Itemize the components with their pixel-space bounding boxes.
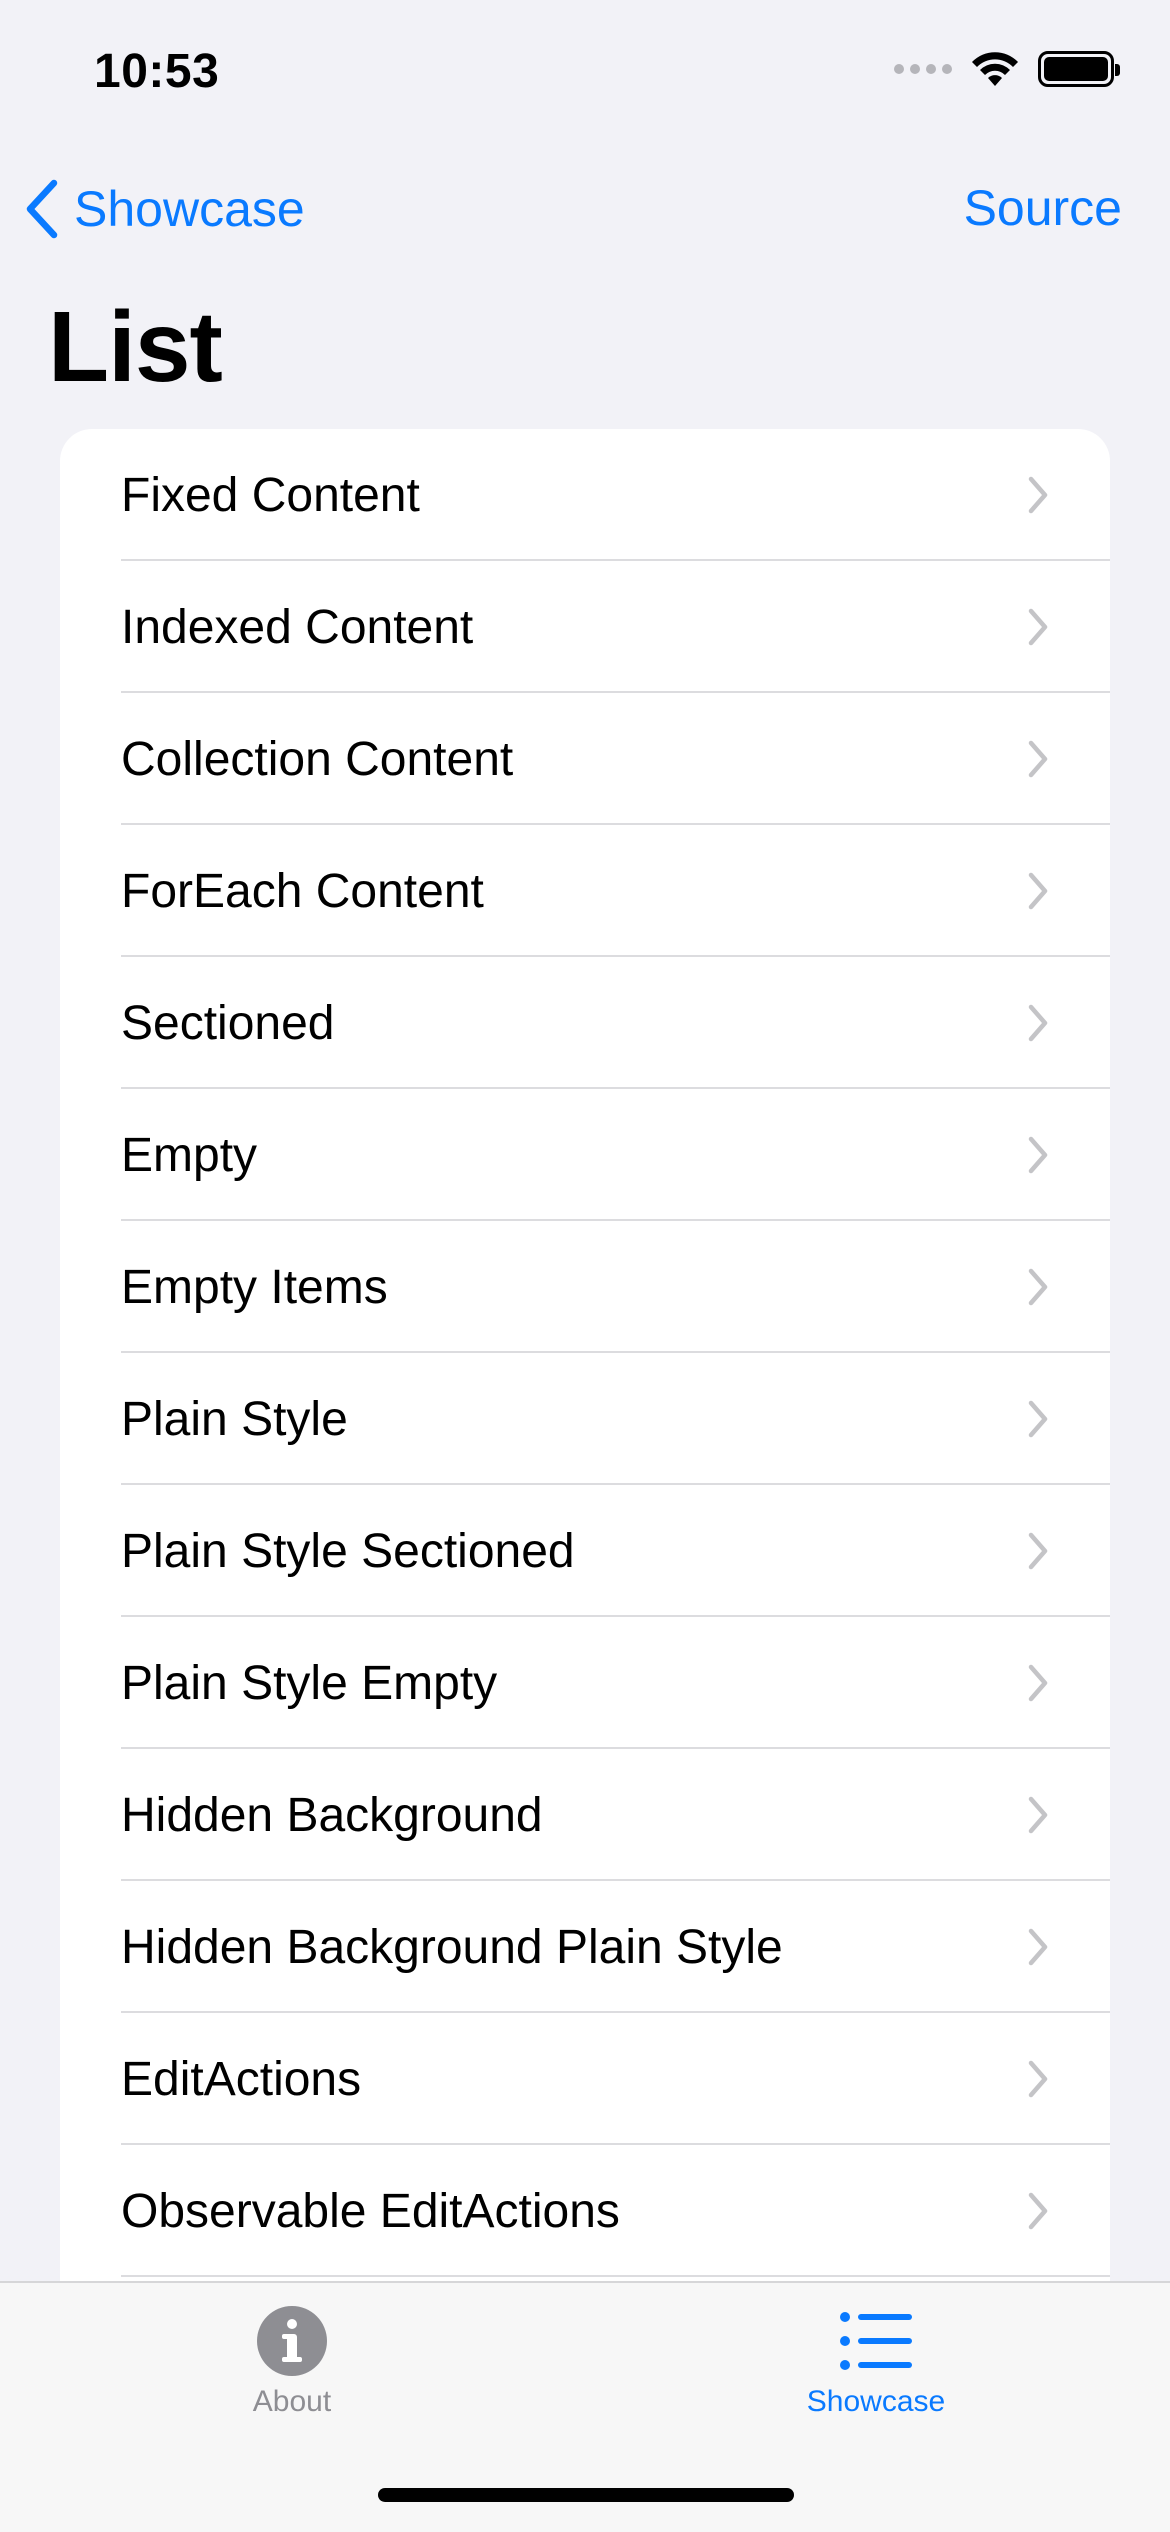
chevron-right-icon (1028, 2060, 1048, 2098)
back-button-label: Showcase (74, 181, 305, 237)
list-item-label: Plain Style Sectioned (121, 1524, 575, 1578)
list-item-label: Empty (121, 1128, 258, 1182)
row-divider (121, 2275, 1110, 2277)
list-item-label: Observable EditActions (121, 2184, 620, 2238)
list-item[interactable]: Empty Items (60, 1221, 1110, 1353)
list-item-label: Fixed Content (121, 468, 420, 522)
status-time: 10:53 (94, 45, 220, 98)
list: Fixed Content Indexed Content Collection C… (60, 429, 1110, 2329)
list-item-label: Hidden Background (121, 1788, 543, 1842)
list-item[interactable]: Fixed Content (60, 429, 1110, 561)
source-button[interactable]: Source (964, 179, 1122, 237)
list-item[interactable]: Indexed Content (60, 561, 1110, 693)
list-item[interactable]: Plain Style (60, 1353, 1110, 1485)
list-item[interactable]: Hidden Background (60, 1749, 1110, 1881)
screen: 10:53 Showcase Source List Fixed Content… (0, 0, 1170, 2532)
list-item[interactable]: ForEach Content (60, 825, 1110, 957)
status-bar: 10:53 (0, 0, 1170, 150)
chevron-right-icon (1028, 1136, 1048, 1174)
list-bullet-icon (840, 2312, 912, 2370)
navigation-bar: Showcase Source (0, 165, 1170, 255)
chevron-right-icon (1028, 740, 1048, 778)
list-item-label: ForEach Content (121, 864, 484, 918)
chevron-right-icon (1028, 476, 1048, 514)
wifi-icon (972, 52, 1018, 86)
list-item[interactable]: Hidden Background Plain Style (60, 1881, 1110, 2013)
chevron-right-icon (1028, 872, 1048, 910)
list-item[interactable]: Observable EditActions (60, 2145, 1110, 2277)
list-item-label: EditActions (121, 2052, 362, 2106)
chevron-right-icon (1028, 1268, 1048, 1306)
home-indicator (378, 2488, 794, 2502)
list-item[interactable]: Collection Content (60, 693, 1110, 825)
status-icons (894, 50, 1120, 88)
list-item-label: Collection Content (121, 732, 514, 786)
list-item-label: Plain Style (121, 1392, 348, 1446)
page-title: List (48, 291, 223, 403)
cellular-signal-icon (894, 64, 952, 74)
list-item-label: Hidden Background Plain Style (121, 1920, 783, 1974)
chevron-right-icon (1028, 2192, 1048, 2230)
back-button[interactable]: Showcase (24, 179, 305, 239)
list-item-label: Plain Style Empty (121, 1656, 498, 1710)
list-item[interactable]: Plain Style Empty (60, 1617, 1110, 1749)
chevron-right-icon (1028, 1400, 1048, 1438)
chevron-right-icon (1028, 1004, 1048, 1042)
tab-about[interactable]: About (142, 2305, 442, 2419)
chevron-right-icon (1028, 608, 1048, 646)
chevron-right-icon (1028, 1664, 1048, 1702)
list-item-label: Empty Items (121, 1260, 388, 1314)
tab-showcase[interactable]: Showcase (726, 2305, 1026, 2419)
chevron-right-icon (1028, 1928, 1048, 1966)
tab-about-label: About (252, 2385, 332, 2418)
list-item-label: Indexed Content (121, 600, 474, 654)
list-item[interactable]: Plain Style Sectioned (60, 1485, 1110, 1617)
list-item[interactable]: Empty (60, 1089, 1110, 1221)
list-item[interactable]: EditActions (60, 2013, 1110, 2145)
chevron-right-icon (1028, 1796, 1048, 1834)
list-item[interactable]: Sectioned (60, 957, 1110, 1089)
tab-showcase-label: Showcase (806, 2385, 946, 2418)
chevron-left-icon (26, 179, 58, 239)
chevron-right-icon (1028, 1532, 1048, 1570)
info-circle-icon (257, 2306, 327, 2376)
battery-icon (1038, 51, 1120, 87)
list-item-label: Sectioned (121, 996, 335, 1050)
